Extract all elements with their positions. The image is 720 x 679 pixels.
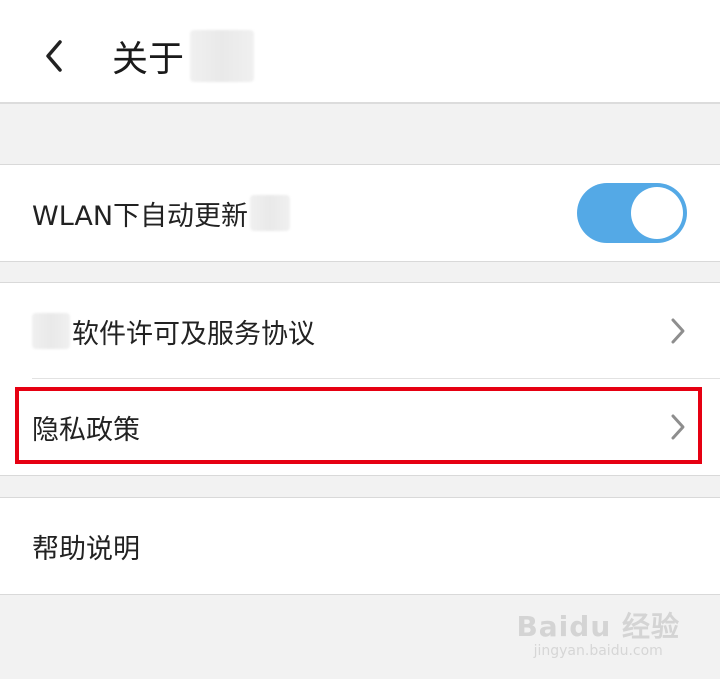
license-label-group: 软件许可及服务协议 <box>32 312 315 351</box>
redacted-app-name <box>190 30 255 82</box>
toggle-knob <box>631 187 683 239</box>
help-label-group: 帮助说明 <box>32 527 140 566</box>
legal-section: 软件许可及服务协议 隐私政策 <box>0 282 720 476</box>
page-title-text: 关于 <box>112 39 185 80</box>
license-agreement-label: 软件许可及服务协议 <box>72 318 315 350</box>
auto-update-toggle[interactable] <box>577 183 687 243</box>
watermark: Baidu 经验 jingyan.baidu.com <box>516 605 680 659</box>
help-label: 帮助说明 <box>32 533 140 565</box>
auto-update-section: WLAN下自动更新 <box>0 164 720 262</box>
top-app-bar: 关于 <box>0 0 720 104</box>
chevron-left-icon <box>46 40 62 72</box>
privacy-label-group: 隐私政策 <box>32 408 140 447</box>
privacy-policy-label: 隐私政策 <box>32 414 140 446</box>
chevron-right-icon <box>671 414 685 440</box>
watermark-logo-text: Baidu 经验 <box>516 610 680 643</box>
back-button[interactable] <box>28 30 80 82</box>
license-agreement-row[interactable]: 软件许可及服务协议 <box>0 283 720 379</box>
help-section: 帮助说明 <box>0 497 720 595</box>
page-title: 关于 <box>112 30 255 82</box>
redacted-app-name <box>32 313 70 349</box>
auto-update-label-group: WLAN下自动更新 <box>32 194 291 233</box>
auto-update-label: WLAN下自动更新 <box>32 200 249 232</box>
auto-update-row[interactable]: WLAN下自动更新 <box>0 165 720 261</box>
watermark-url: jingyan.baidu.com <box>533 643 663 659</box>
chevron-right-icon <box>671 318 685 344</box>
help-row[interactable]: 帮助说明 <box>0 498 720 594</box>
redacted-app-name <box>250 195 291 231</box>
privacy-policy-row[interactable]: 隐私政策 <box>0 379 720 475</box>
